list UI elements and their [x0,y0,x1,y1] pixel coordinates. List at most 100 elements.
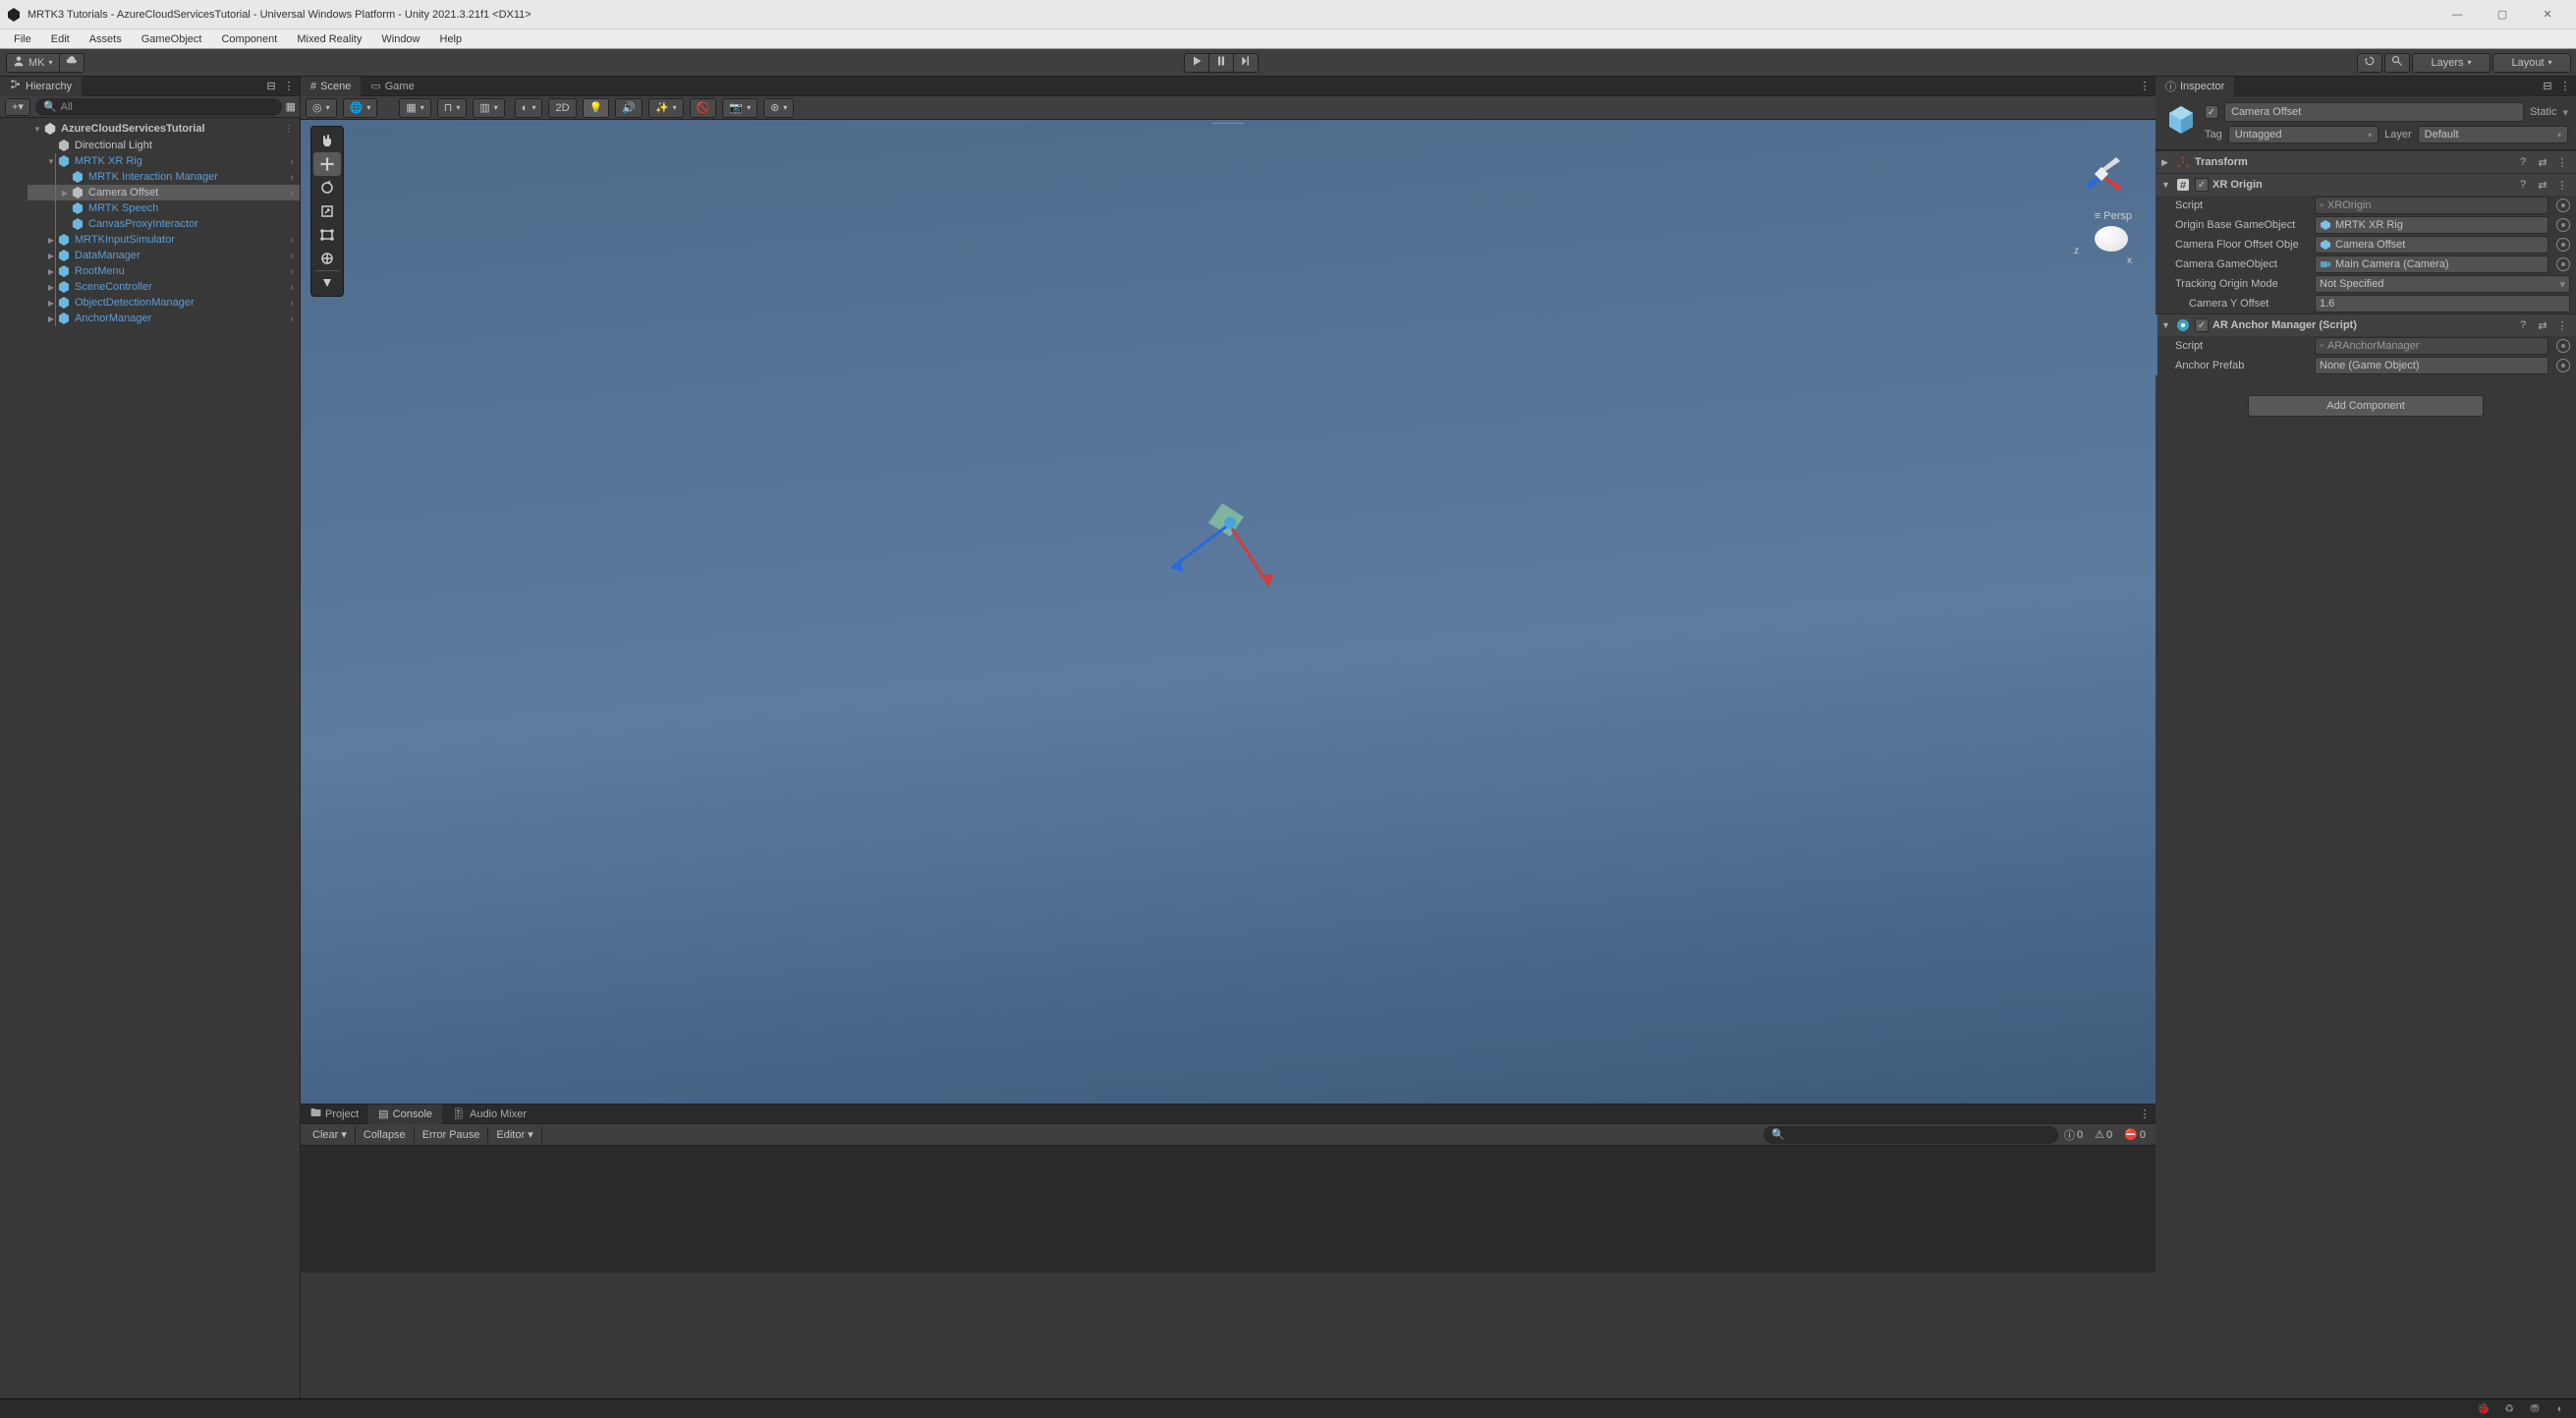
gameobject-name-field[interactable] [2224,102,2524,122]
fx-toggle[interactable]: ✨ [648,98,684,118]
lighting-toggle[interactable]: 💡 [583,98,610,118]
console-editor[interactable]: Editor ▾ [488,1126,541,1143]
scene-row[interactable]: ▼ AzureCloudServicesTutorial ⋮ [28,120,300,138]
menu-edit[interactable]: Edit [41,31,80,47]
hierarchy-item[interactable]: ▶DataManager› [28,248,300,263]
menu-assets[interactable]: Assets [80,31,132,47]
camera-floor-field[interactable]: Camera Offset [2315,236,2548,254]
preset-icon[interactable]: ⇄ [2535,177,2550,193]
hierarchy-item[interactable]: ▶SceneController› [28,279,300,295]
warn-count[interactable]: ⚠0 [2089,1128,2118,1141]
tab-console[interactable]: ▤ Console [368,1105,442,1124]
menu-window[interactable]: Window [371,31,429,47]
hierarchy-search[interactable]: 🔍 All [35,98,282,116]
hierarchy-item[interactable]: Directional Light [28,138,300,153]
camera-go-field[interactable]: Main Camera (Camera) [2315,255,2548,273]
chevron-right-icon[interactable]: › [291,156,294,167]
xr-origin-enabled[interactable] [2195,178,2209,192]
menu-help[interactable]: Help [430,31,473,47]
snap-increment-button[interactable]: ⊓ [437,98,468,118]
y-offset-field[interactable]: 1.6 [2315,295,2570,312]
error-count[interactable]: ⛔0 [2118,1128,2152,1141]
component-context-icon[interactable]: ⋮ [2554,317,2570,333]
status-cache-icon[interactable]: ⛃ [2527,1401,2543,1417]
scene-visibility-toggle[interactable]: 🚫 [690,98,717,118]
tag-dropdown[interactable]: Untagged [2228,126,2379,143]
object-picker-icon[interactable] [2556,199,2570,212]
scale-tool[interactable] [313,199,341,223]
menu-gameobject[interactable]: GameObject [132,31,212,47]
chevron-right-icon[interactable]: › [291,188,294,199]
rect-tool[interactable] [313,223,341,247]
tab-scene[interactable]: # Scene [301,77,361,96]
tab-audio-mixer[interactable]: 🎚 Audio Mixer [442,1105,536,1124]
tool-handle-position[interactable]: 🌐 [343,98,378,118]
transform-header[interactable]: ▶ Transform ? ⇄ ⋮ [2156,151,2576,173]
anchor-prefab-field[interactable]: None (Game Object) [2315,357,2548,374]
chevron-right-icon[interactable]: › [291,282,294,293]
cloud-button[interactable] [59,53,84,73]
close-button[interactable]: ✕ [2525,0,2570,29]
menu-file[interactable]: File [4,31,41,47]
chevron-right-icon[interactable]: › [291,251,294,261]
component-context-icon[interactable]: ⋮ [2554,177,2570,193]
grid-snap-button[interactable]: ▦ [399,98,430,118]
chevron-right-icon[interactable]: › [291,235,294,246]
layout-dropdown[interactable]: Layout [2492,53,2571,73]
tool-handle-rotation[interactable]: ◎ [306,98,337,118]
component-context-icon[interactable]: ⋮ [2554,154,2570,170]
object-picker-icon[interactable] [2556,257,2570,271]
hierarchy-item[interactable]: ▶MRTKInputSimulator› [28,232,300,248]
status-progress-icon[interactable]: ◐ [2552,1401,2568,1417]
hand-tool[interactable] [313,129,341,152]
scene-context-icon[interactable]: ⋮ [284,124,294,135]
tab-project[interactable]: 🖿 Project [301,1105,368,1124]
hierarchy-item[interactable]: ▶RootMenu› [28,263,300,279]
perspective-indicator[interactable]: z x ≡ Persp [2095,208,2132,252]
help-icon[interactable]: ? [2515,154,2531,170]
help-icon[interactable]: ? [2515,177,2531,193]
scene-viewport[interactable]: z x ≡ Persp [301,120,2156,1104]
hierarchy-item[interactable]: ▶Camera Offset› [28,185,300,200]
layers-dropdown[interactable]: Layers [2412,53,2491,73]
undo-history-button[interactable] [2357,53,2382,73]
audio-toggle[interactable]: 🔊 [615,98,643,118]
layer-dropdown[interactable]: Default [2418,126,2568,143]
info-count[interactable]: ⓘ0 [2058,1127,2089,1143]
ar-anchor-header[interactable]: ▼ AR Anchor Manager (Script) ? ⇄ ⋮ [2156,314,2576,336]
orientation-gizmo[interactable] [2067,140,2136,208]
maximize-button[interactable]: ▢ [2480,0,2525,29]
hierarchy-filter-icon[interactable]: ▦ [286,100,296,113]
status-autorefresh-icon[interactable]: ♻ [2501,1401,2517,1417]
menu-component[interactable]: Component [211,31,287,47]
add-component-button[interactable]: Add Component [2248,395,2484,417]
tab-hierarchy[interactable]: Hierarchy [0,77,82,96]
object-picker-icon[interactable] [2556,218,2570,232]
chevron-right-icon[interactable]: › [291,172,294,183]
2d-toggle[interactable]: 2D [548,98,576,118]
hierarchy-item[interactable]: MRTK Interaction Manager› [28,169,300,185]
hierarchy-item[interactable]: ▶ObjectDetectionManager› [28,295,300,311]
custom-tool-dropdown[interactable] [313,270,341,294]
disclosure-icon[interactable]: ▶ [59,189,71,198]
move-tool[interactable] [313,152,341,176]
pause-button[interactable] [1208,53,1233,73]
static-dropdown[interactable]: ▾ [2562,106,2568,119]
object-picker-icon[interactable] [2556,359,2570,372]
camera-dropdown[interactable]: 📷 [722,98,757,118]
step-button[interactable] [1233,53,1259,73]
hierarchy-lock-icon[interactable]: ⊟ [264,80,278,93]
ar-anchor-enabled[interactable] [2195,318,2209,332]
object-picker-icon[interactable] [2556,238,2570,252]
console-search[interactable]: 🔍 [1764,1126,2058,1144]
ruler-button[interactable]: ▥ [473,98,504,118]
hierarchy-item[interactable]: ▶AnchorManager› [28,311,300,326]
tracking-mode-dropdown[interactable]: Not Specified▾ [2315,275,2570,293]
account-dropdown[interactable]: MK [6,53,59,73]
draw-mode-dropdown[interactable]: ◐ [515,98,543,118]
hierarchy-context-icon[interactable]: ⋮ [282,80,296,93]
console-error-pause[interactable]: Error Pause [415,1127,489,1143]
xr-origin-header[interactable]: ▼ # XR Origin ? ⇄ ⋮ [2156,174,2576,196]
inspector-lock-icon[interactable]: ⊟ [2541,80,2554,93]
status-bug-icon[interactable]: 🐞 [2476,1401,2492,1417]
